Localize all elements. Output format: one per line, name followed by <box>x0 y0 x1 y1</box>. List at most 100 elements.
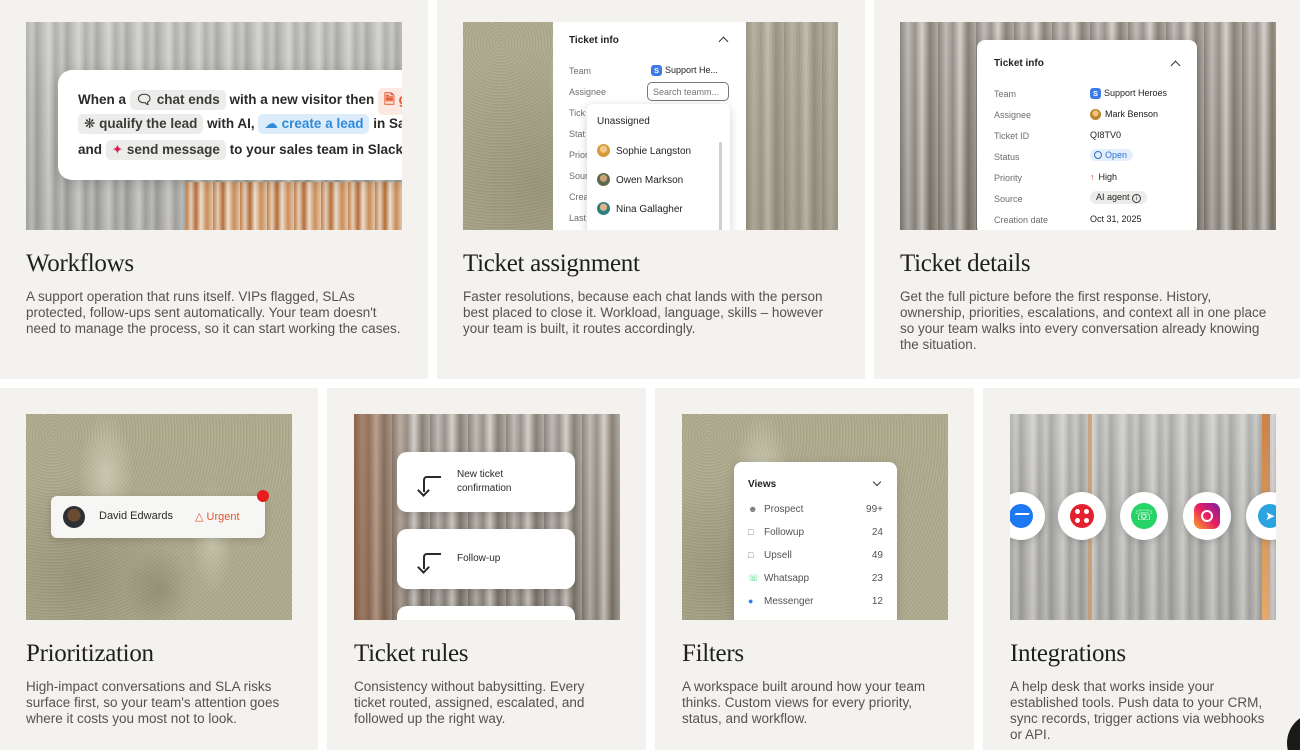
assignee-dropdown: Unassigned Sophie Langston Owen Markson … <box>587 104 730 230</box>
avatar <box>1090 109 1101 120</box>
creation-date-value: Oct 31, 2025 <box>1090 214 1142 224</box>
card-title: Ticket rules <box>354 640 469 667</box>
ai-icon: ❋ <box>84 116 96 131</box>
warm-glow <box>354 414 414 620</box>
create-lead-chip: ☁ create a lead <box>258 114 370 134</box>
card-title: Ticket details <box>900 250 1031 277</box>
ticket-details-card[interactable]: Ticket info Team S Support Heroes Assigne… <box>874 0 1300 379</box>
ticket-id-label: Ticket ID <box>994 131 1030 141</box>
avatar <box>597 173 610 186</box>
dropdown-item-unassigned[interactable]: Unassigned <box>597 116 650 127</box>
chat-bubble-icon: 🗨 <box>135 92 153 107</box>
folder-icon: □ <box>748 550 754 560</box>
folder-icon: □ <box>748 527 754 537</box>
filters-visual: Views ☻ Prospect 99+ □ Followup 24 □ Upsell 49… <box>682 414 948 620</box>
rule-card-new-ticket[interactable]: New ticket confirmation <box>397 452 575 512</box>
orange-stripes <box>186 182 402 230</box>
rule-card-partial[interactable] <box>397 606 575 620</box>
messenger-icon: ● <box>748 596 754 606</box>
avatar <box>63 506 85 528</box>
turn-left-arrow-icon <box>423 553 441 569</box>
dropdown-item-sophie[interactable]: Sophie Langston <box>597 144 691 157</box>
team-label: Team <box>994 89 1017 99</box>
chevron-up-icon[interactable] <box>1170 60 1181 71</box>
views-title: Views <box>748 479 777 490</box>
chevron-down-icon[interactable] <box>872 477 882 487</box>
creation-date-label: Creation date <box>994 215 1049 225</box>
rule-card-follow-up[interactable]: Follow-up <box>397 529 575 589</box>
workflow-line-1: When a 🗨 chat ends with a new visitor th… <box>78 88 402 115</box>
panel-title: Ticket info <box>569 35 619 46</box>
card-title: Ticket assignment <box>463 250 640 277</box>
twilio-icon[interactable] <box>1058 492 1106 540</box>
avatar <box>597 202 610 215</box>
priority-label-cut: Prior <box>569 150 589 160</box>
integrations-card[interactable]: ☏ ➤ Integrations A help desk that works … <box>983 388 1300 750</box>
prioritization-card[interactable]: David Edwards △ Urgent Prioritization Hi… <box>0 388 318 750</box>
card-description: High-impact conversations and SLA risks … <box>26 679 280 726</box>
turn-left-arrow-icon <box>423 476 441 492</box>
messenger-icon[interactable] <box>1010 492 1045 540</box>
priority-label: Priority <box>994 173 1023 183</box>
created-label-cut: Crea <box>569 192 589 202</box>
prioritization-visual: David Edwards △ Urgent <box>26 414 292 620</box>
whatsapp-icon: ☏ <box>748 573 760 583</box>
assignee-value: Mark Benson <box>1090 109 1158 120</box>
workflow-line-2: ❋ qualify the lead with AI, ☁ create a l… <box>78 114 402 134</box>
team-logo-icon: S <box>651 65 662 76</box>
workflow-sentence-box: When a 🗨 chat ends with a new visitor th… <box>58 70 402 180</box>
workflows-card[interactable]: When a 🗨 chat ends with a new visitor th… <box>0 0 428 379</box>
view-item-followup[interactable]: □ Followup 24 <box>748 527 883 538</box>
users-icon: ☻ <box>748 504 758 514</box>
card-description: Faster resolutions, because each chat la… <box>463 289 823 336</box>
workflow-line-3: and ✦ send message to your sales team in… <box>78 140 402 160</box>
whatsapp-icon[interactable]: ☏ <box>1120 492 1168 540</box>
ticket-info-panel: Ticket info Team S Support He... Assignee… <box>553 22 746 230</box>
urgent-conversation-row[interactable]: David Edwards △ Urgent <box>51 490 269 538</box>
document-icon: 🗎 <box>384 92 395 107</box>
assignee-search-input[interactable] <box>647 82 729 101</box>
dropdown-scrollbar[interactable] <box>719 142 722 230</box>
card-description: A workspace built around how your team t… <box>682 679 926 726</box>
status-label-cut: Stat <box>569 129 586 139</box>
card-title: Prioritization <box>26 640 154 667</box>
view-item-prospect[interactable]: ☻ Prospect 99+ <box>748 504 883 515</box>
instagram-icon[interactable] <box>1183 492 1231 540</box>
status-label: Status <box>994 152 1020 162</box>
panel-title: Ticket info <box>994 58 1044 69</box>
team-label: Team <box>569 66 592 76</box>
view-item-whatsapp[interactable]: ☏ Whatsapp 23 <box>748 573 883 584</box>
team-value: S Support Heroes <box>1090 88 1167 99</box>
chat-ends-chip: 🗨 chat ends <box>129 90 226 110</box>
filters-card[interactable]: Views ☻ Prospect 99+ □ Followup 24 □ Upsell 49… <box>655 388 974 750</box>
ticket-assignment-card[interactable]: Ticket info Team S Support He... Assignee… <box>437 0 865 379</box>
ticket-info-panel: Ticket info Team S Support Heroes Assigne… <box>977 40 1197 230</box>
slack-icon: ✦ <box>111 142 124 157</box>
assignment-visual: Ticket info Team S Support He... Assignee… <box>463 22 838 230</box>
card-description: A support operation that runs itself. VI… <box>26 289 401 336</box>
ticket-rules-card[interactable]: New ticket confirmation Follow-up Ticket… <box>327 388 646 750</box>
dropdown-item-nina[interactable]: Nina Gallagher <box>597 202 683 215</box>
team-value[interactable]: S Support He... <box>651 65 718 76</box>
rule-label: Follow-up <box>457 553 501 564</box>
rules-visual: New ticket confirmation Follow-up <box>354 414 620 620</box>
telegram-icon[interactable]: ➤ <box>1246 492 1276 540</box>
cloud-icon: ☁ <box>264 116 278 131</box>
view-item-upsell[interactable]: □ Upsell 49 <box>748 550 883 561</box>
send-message-chip: ✦ send message <box>105 140 226 160</box>
integrations-visual: ☏ ➤ <box>1010 414 1276 620</box>
open-circle-icon <box>1094 151 1102 159</box>
source-badge: AI agent i <box>1090 191 1148 204</box>
avatar <box>597 144 610 157</box>
ticket-id-value: QI8TV0 <box>1090 130 1122 140</box>
view-item-messenger[interactable]: ● Messenger 12 <box>748 596 883 607</box>
dropdown-item-owen[interactable]: Owen Markson <box>597 173 683 186</box>
document-chip: 🗎 ge <box>378 88 402 115</box>
workflows-visual: When a 🗨 chat ends with a new visitor th… <box>26 22 402 230</box>
arrow-up-icon: ↑ <box>1090 172 1095 182</box>
notification-dot <box>257 490 269 502</box>
chevron-up-icon[interactable] <box>718 36 729 47</box>
curtain-strip <box>746 22 838 230</box>
source-label-cut: Sour <box>569 171 589 181</box>
card-description: Consistency without babysitting. Every t… <box>354 679 585 726</box>
